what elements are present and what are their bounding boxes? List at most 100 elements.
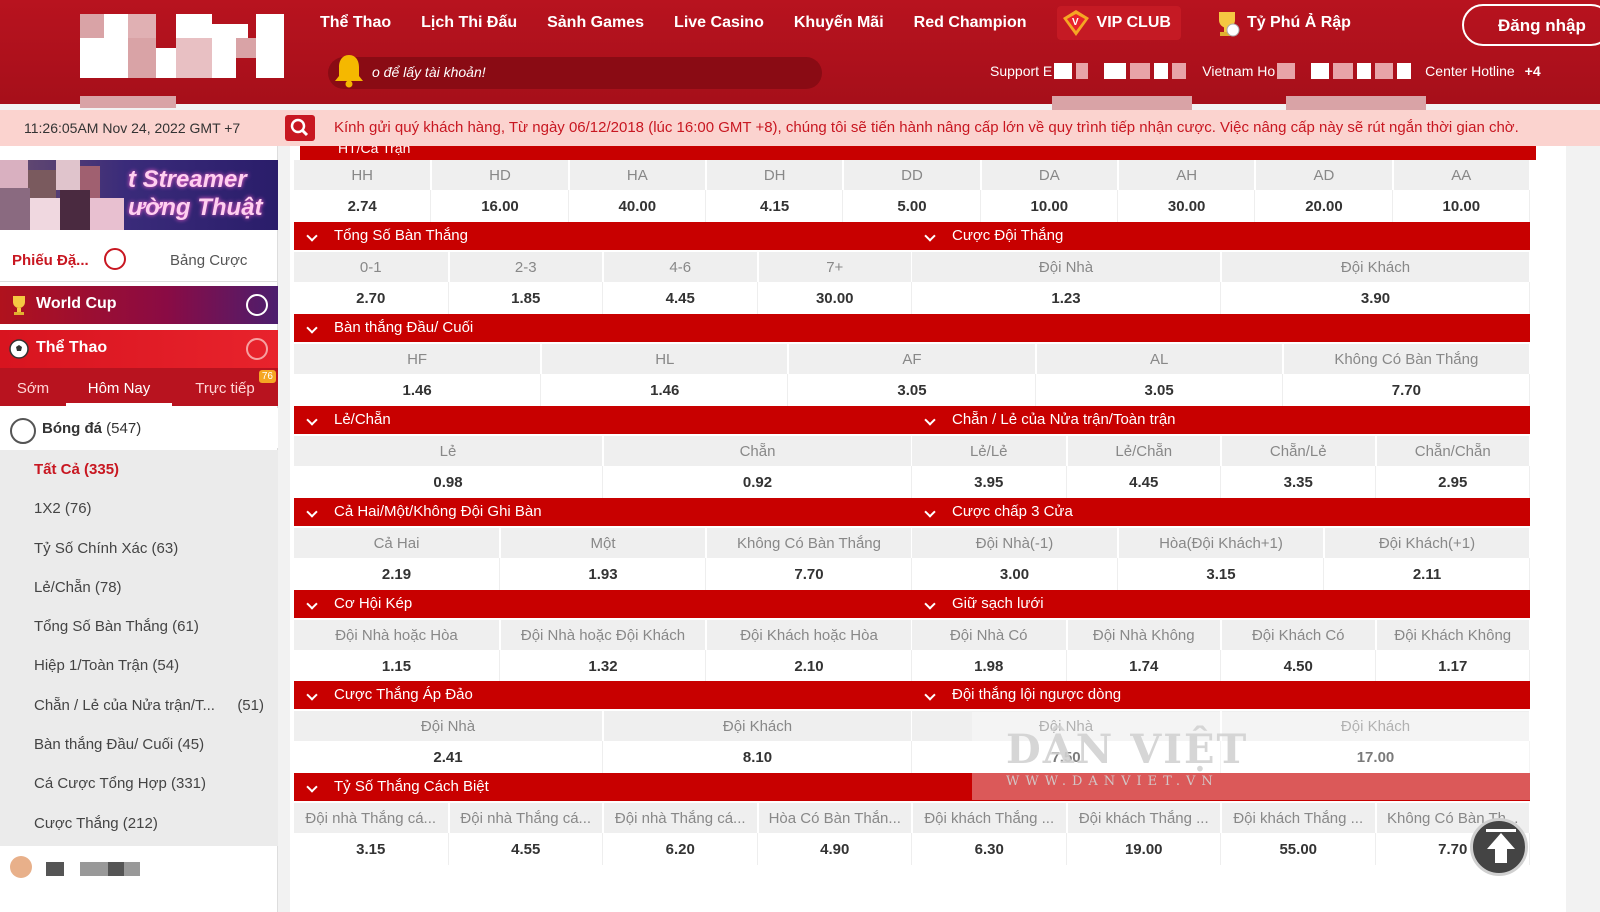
list-item[interactable]: Cá Cược Tổng Hợp (331) bbox=[0, 764, 278, 803]
odds-value[interactable]: 7.70 bbox=[1283, 374, 1530, 406]
nav-the-thao[interactable]: Thể Thao bbox=[320, 14, 391, 32]
odds-value[interactable]: 4.45 bbox=[604, 282, 758, 314]
odds-cell[interactable]: HA 40.00 bbox=[568, 160, 706, 222]
center-hotline-label[interactable]: Center Hotline bbox=[1425, 63, 1515, 79]
odds-value[interactable]: 16.00 bbox=[432, 190, 569, 222]
odds-value[interactable]: 3.15 bbox=[294, 833, 449, 865]
nav-sanh-games[interactable]: Sảnh Games bbox=[547, 14, 644, 32]
odds-cell[interactable]: Đội khách Thắng ... 55.00 bbox=[1221, 803, 1376, 865]
chevron-down-icon[interactable] bbox=[306, 322, 318, 334]
odds-value[interactable]: 1.32 bbox=[501, 650, 706, 682]
tab-truc-tiep[interactable]: Trực tiếp 76 bbox=[172, 368, 278, 406]
odds-cell[interactable]: Đội Nhà 2.41 bbox=[294, 711, 603, 773]
odds-cell[interactable]: Đội nhà Thắng cá... 6.20 bbox=[603, 803, 758, 865]
odds-value[interactable]: 3.15 bbox=[1119, 558, 1324, 590]
login-button[interactable]: Đăng nhập bbox=[1462, 4, 1600, 46]
odds-value[interactable]: 0.92 bbox=[604, 466, 912, 498]
tab-hom-nay[interactable]: Hôm Nay bbox=[66, 368, 172, 406]
odds-value[interactable]: 4.90 bbox=[758, 833, 912, 865]
odds-value[interactable]: 5.00 bbox=[844, 190, 981, 222]
odds-value[interactable]: 20.00 bbox=[1256, 190, 1393, 222]
chevron-down-icon[interactable] bbox=[924, 414, 936, 426]
odds-cell[interactable]: Đội Nhà Có 1.98 bbox=[912, 620, 1067, 682]
chevron-down-icon[interactable] bbox=[924, 689, 936, 701]
odds-value[interactable]: 19.00 bbox=[1067, 833, 1221, 865]
odds-value[interactable]: 4.15 bbox=[706, 190, 844, 222]
odds-cell[interactable]: 0-1 2.70 bbox=[294, 252, 449, 314]
odds-value[interactable]: 3.95 bbox=[912, 466, 1067, 498]
streamer-banner[interactable]: t Streamer ường Thuật bbox=[0, 160, 278, 230]
list-item[interactable]: Tổng Số Bàn Thắng (61) bbox=[0, 607, 278, 646]
tab-bang-cuoc[interactable]: Bảng Cược bbox=[130, 238, 247, 281]
list-item[interactable]: Hiệp 1/Toàn Trận (54) bbox=[0, 646, 278, 685]
odds-cell[interactable]: Đội Nhà(-1) 3.00 bbox=[912, 528, 1118, 590]
odds-value[interactable]: 0.98 bbox=[294, 466, 603, 498]
chevron-down-icon[interactable] bbox=[306, 506, 318, 518]
odds-value[interactable]: 55.00 bbox=[1222, 833, 1376, 865]
chevron-down-icon[interactable] bbox=[246, 294, 268, 316]
odds-cell[interactable]: Chẵn/Chẵn 2.95 bbox=[1375, 436, 1530, 498]
odds-value[interactable]: 2.95 bbox=[1376, 466, 1530, 498]
odds-value[interactable]: 3.05 bbox=[1036, 374, 1283, 406]
nav-lich-thi-dau[interactable]: Lịch Thi Đấu bbox=[421, 14, 517, 32]
odds-cell[interactable]: Đội khách Thắng ... 19.00 bbox=[1066, 803, 1221, 865]
back-to-top-button[interactable] bbox=[1470, 818, 1528, 876]
chevron-down-icon[interactable] bbox=[306, 689, 318, 701]
odds-value[interactable]: 6.30 bbox=[913, 833, 1067, 865]
odds-value[interactable]: 1.93 bbox=[501, 558, 706, 590]
odds-value[interactable]: 2.74 bbox=[294, 190, 432, 222]
odds-value[interactable]: 30.00 bbox=[758, 282, 912, 314]
site-logo[interactable] bbox=[80, 14, 288, 82]
sport-icon[interactable] bbox=[10, 856, 32, 878]
odds-cell[interactable]: AA 10.00 bbox=[1392, 160, 1530, 222]
odds-cell[interactable]: Đội Khách(+1) 2.11 bbox=[1324, 528, 1530, 590]
odds-cell[interactable]: Đội Khách 8.10 bbox=[603, 711, 912, 773]
vietnam-hotline-label[interactable]: Vietnam Ho bbox=[1202, 63, 1275, 79]
chevron-down-icon[interactable] bbox=[306, 230, 318, 242]
section-header[interactable]: Lẻ/Chẵn bbox=[294, 406, 912, 434]
chevron-down-icon[interactable] bbox=[924, 598, 936, 610]
section-header[interactable]: Cược Đội Thắng bbox=[912, 222, 1530, 250]
odds-value[interactable]: 3.00 bbox=[912, 558, 1118, 590]
section-header[interactable]: Giữ sạch lưới bbox=[912, 590, 1530, 618]
odds-value[interactable]: 8.10 bbox=[604, 741, 912, 773]
odds-value[interactable]: 6.20 bbox=[604, 833, 758, 865]
odds-value[interactable]: 3.35 bbox=[1222, 466, 1376, 498]
list-item[interactable]: Cược Thắng (212) bbox=[0, 804, 278, 843]
odds-cell[interactable]: Đội Nhà Không 1.74 bbox=[1066, 620, 1221, 682]
odds-value[interactable]: 2.41 bbox=[294, 741, 603, 773]
section-header[interactable]: Cơ Hội Kép bbox=[294, 590, 912, 618]
category-world-cup[interactable]: World Cup bbox=[0, 286, 278, 324]
section-header[interactable]: Cược chấp 3 Cửa bbox=[912, 498, 1530, 526]
odds-value[interactable]: 1.98 bbox=[912, 650, 1067, 682]
odds-cell[interactable]: Hòa Có Bàn Thắn... 4.90 bbox=[757, 803, 912, 865]
section-header[interactable]: Bàn thắng Đầu/ Cuối bbox=[294, 314, 1530, 342]
odds-value[interactable]: 10.00 bbox=[1393, 190, 1530, 222]
odds-value[interactable]: 1.46 bbox=[542, 374, 789, 406]
nav-live-casino[interactable]: Live Casino bbox=[674, 14, 764, 32]
chevron-up-icon[interactable] bbox=[246, 338, 268, 360]
nav-khuyen-mai[interactable]: Khuyến Mãi bbox=[794, 14, 884, 32]
odds-value[interactable]: 1.23 bbox=[912, 282, 1221, 314]
section-header[interactable]: Tổng Số Bàn Thắng bbox=[294, 222, 912, 250]
odds-cell[interactable]: HL 1.46 bbox=[541, 344, 789, 406]
odds-cell[interactable]: Một 1.93 bbox=[500, 528, 706, 590]
odds-cell[interactable]: Cả Hai 2.19 bbox=[294, 528, 500, 590]
odds-value[interactable]: 1.15 bbox=[294, 650, 500, 682]
search-button[interactable] bbox=[285, 115, 315, 141]
odds-cell[interactable]: Chẵn 0.92 bbox=[603, 436, 912, 498]
odds-value[interactable]: 2.70 bbox=[294, 282, 449, 314]
support-label[interactable]: Support E bbox=[990, 63, 1052, 79]
odds-value[interactable]: 1.17 bbox=[1376, 650, 1530, 682]
odds-cell[interactable]: 4-6 4.45 bbox=[603, 252, 758, 314]
tab-phieu-dat-cuoc[interactable]: Phiếu Đặ... bbox=[0, 238, 130, 281]
sport-bong-da[interactable]: Bóng đá (547) bbox=[0, 408, 278, 448]
odds-cell[interactable]: HF 1.46 bbox=[294, 344, 542, 406]
list-item[interactable]: Tất Cả (335) bbox=[0, 450, 278, 489]
odds-cell[interactable]: DH 4.15 bbox=[705, 160, 844, 222]
odds-cell[interactable]: Đội nhà Thắng cá... 3.15 bbox=[294, 803, 449, 865]
list-item[interactable]: Lẻ/Chẵn (78) bbox=[0, 568, 278, 607]
odds-cell[interactable]: DD 5.00 bbox=[843, 160, 981, 222]
odds-cell[interactable]: HD 16.00 bbox=[431, 160, 569, 222]
odds-cell[interactable]: Đội Nhà hoặc Hòa 1.15 bbox=[294, 620, 500, 682]
